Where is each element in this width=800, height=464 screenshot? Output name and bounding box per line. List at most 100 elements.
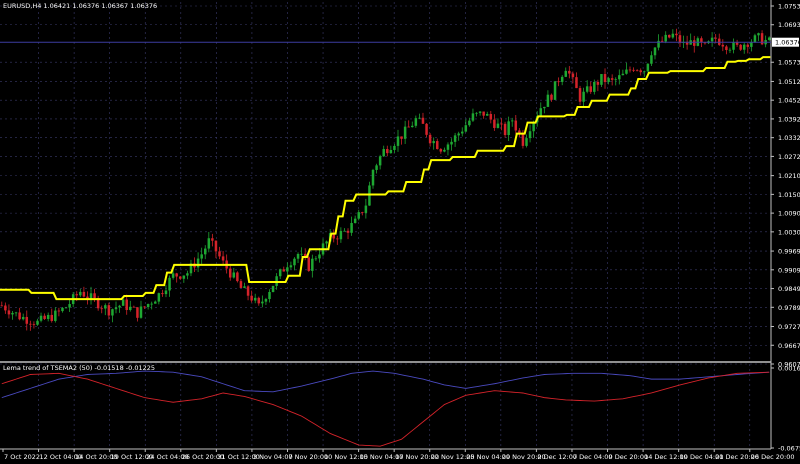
candle-body: [528, 131, 532, 139]
trading-chart[interactable]: 1.07535 1.06935 1.05735 1.05120 1.04520 1.039…: [0, 0, 800, 464]
candle-body: [550, 94, 553, 100]
candle-body: [553, 81, 557, 100]
candle-body: [203, 248, 207, 255]
candle-body: [75, 294, 78, 296]
candle-body: [525, 138, 528, 146]
candle-body: [107, 305, 111, 316]
candle-body: [232, 272, 236, 278]
candle-body: [639, 70, 642, 73]
candle-body: [346, 230, 350, 233]
candle-body: [121, 299, 125, 306]
time-tick-label: 7 Dec 04:00: [573, 453, 613, 461]
candle-body: [196, 258, 200, 268]
candle-body: [236, 272, 239, 282]
candle-body: [446, 144, 450, 150]
candle-body: [218, 251, 221, 257]
candle-body: [353, 218, 357, 223]
candle-body: [607, 78, 610, 83]
candle-body: [150, 303, 153, 305]
candle-body: [143, 306, 146, 308]
candle-body: [710, 37, 714, 42]
candle-body: [632, 69, 635, 71]
candle-body: [653, 47, 657, 56]
candle-body: [514, 120, 518, 131]
candle-body: [403, 126, 407, 139]
candle-body: [725, 46, 728, 51]
candle-body: [596, 81, 600, 85]
candle-body: [118, 305, 121, 308]
candle-body: [382, 149, 385, 157]
candle-body: [411, 125, 414, 128]
price-tick-label: 1.05735: [778, 59, 800, 67]
candle-body: [46, 314, 50, 319]
candle-body: [389, 149, 393, 154]
candle-body: [18, 312, 21, 320]
candle-body: [507, 121, 510, 136]
candle-body: [318, 254, 321, 259]
candle-body: [207, 238, 211, 249]
candle-body: [154, 301, 157, 304]
candle-body: [753, 35, 757, 42]
candle-body: [93, 293, 96, 299]
candle-body: [228, 268, 232, 278]
candle-body: [243, 286, 246, 288]
candle-body: [253, 297, 257, 301]
candle-body: [14, 312, 18, 314]
candle-body: [221, 256, 225, 261]
price-tick-label: 1.01505: [778, 191, 800, 199]
candle-body: [164, 290, 168, 295]
candle-body: [453, 135, 457, 142]
candle-body: [618, 75, 621, 80]
candle-body: [375, 165, 378, 170]
candle-body: [421, 117, 425, 124]
candle-body: [36, 320, 39, 325]
candle-body: [557, 81, 560, 83]
candle-body: [714, 37, 717, 39]
candle-body: [250, 295, 253, 301]
candle-body: [432, 141, 435, 144]
candle-body: [339, 230, 343, 240]
candle-body: [610, 78, 614, 80]
candle-body: [371, 169, 375, 186]
candle-body: [436, 141, 439, 150]
candle-body: [311, 258, 314, 271]
candle-body: [79, 291, 82, 296]
candle-body: [54, 310, 57, 321]
candle-body: [214, 240, 218, 252]
candle-body: [482, 111, 485, 116]
candle-body: [61, 307, 64, 312]
candle-body: [646, 63, 650, 72]
candle-body: [650, 55, 653, 64]
candle-body: [428, 134, 432, 144]
price-tick-label: 1.02105: [778, 172, 800, 180]
candle-body: [614, 79, 617, 81]
candle-body: [146, 303, 150, 308]
candle-body: [546, 94, 550, 107]
candle-body: [182, 275, 186, 279]
candle-body: [600, 74, 603, 85]
price-tick-label: 1.00905: [778, 210, 800, 218]
candle-body: [364, 205, 368, 213]
current-price-marker: 1.06376: [772, 37, 800, 47]
candle-body: [489, 113, 493, 120]
candle-body: [521, 133, 525, 146]
price-tick-label: 0.97890: [778, 304, 800, 312]
candle-body: [593, 81, 596, 92]
time-tick-label: 9 Dec 20:00: [609, 453, 649, 461]
candle-body: [289, 265, 293, 268]
candle-body: [139, 306, 143, 318]
candle-body: [50, 314, 54, 321]
candle-body: [578, 88, 582, 102]
price-tick-label: 1.00305: [778, 228, 800, 236]
candle-body: [25, 316, 29, 324]
candle-body: [414, 118, 418, 126]
candle-body: [161, 293, 164, 295]
candle-body: [82, 291, 86, 297]
candle-body: [111, 309, 114, 316]
candle-body: [668, 34, 671, 38]
candle-body: [478, 111, 482, 113]
candle-body: [296, 253, 300, 259]
price-tick-label: 1.03320: [778, 134, 800, 142]
candle-body: [439, 149, 443, 152]
candle-body: [425, 123, 428, 135]
